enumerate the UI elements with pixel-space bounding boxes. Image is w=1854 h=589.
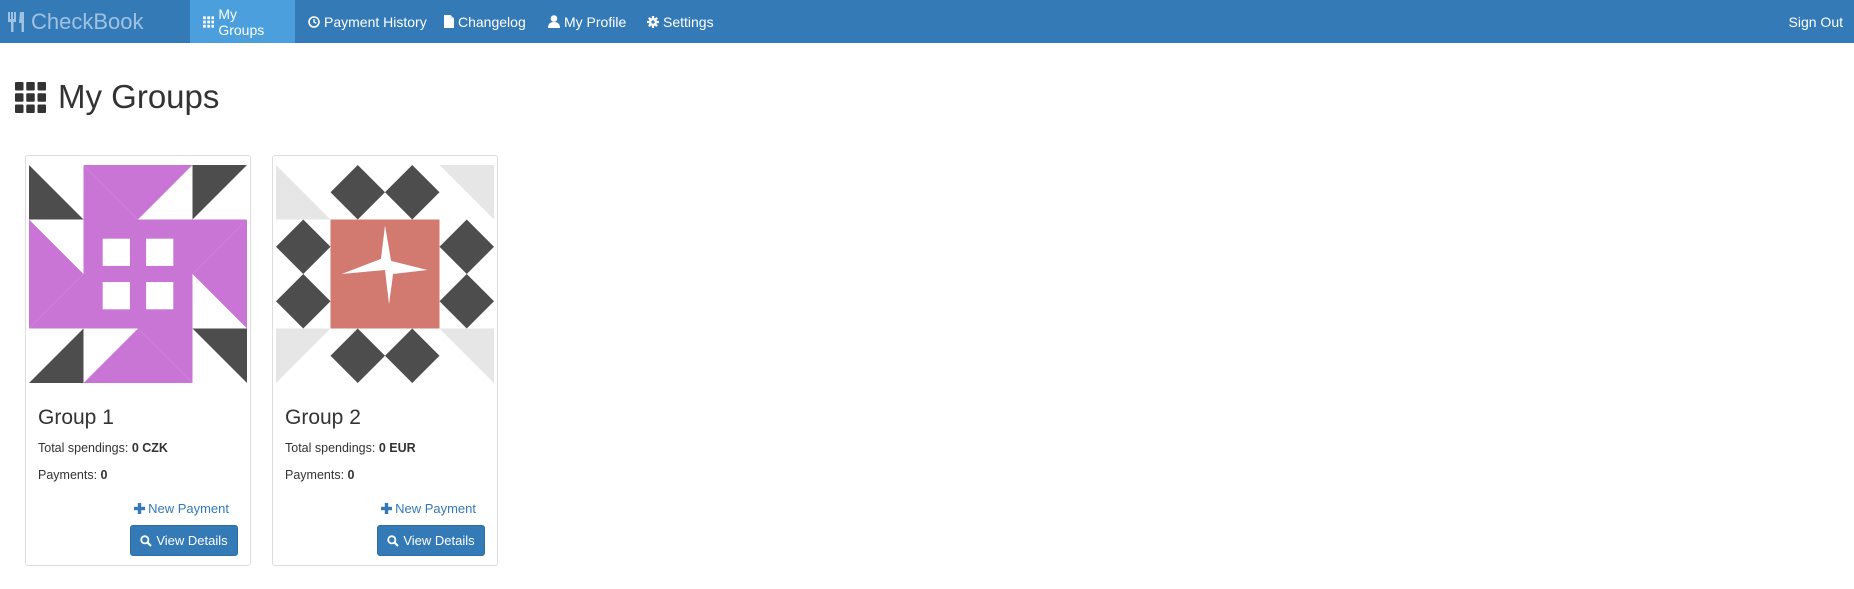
sign-out-link[interactable]: Sign Out bbox=[1789, 0, 1843, 43]
plus-icon bbox=[134, 503, 146, 514]
page-title: My Groups bbox=[15, 78, 219, 116]
payments-count: Payments: 0 bbox=[285, 468, 355, 482]
nav-payment-history[interactable]: Payment History bbox=[295, 0, 439, 43]
nav-changelog[interactable]: Changelog bbox=[431, 0, 538, 43]
total-spendings-value: 0 CZK bbox=[131, 441, 168, 455]
clock-icon bbox=[308, 15, 320, 28]
new-payment-link[interactable]: New Payment bbox=[134, 501, 229, 516]
view-details-button[interactable]: View Details bbox=[130, 525, 238, 556]
brand[interactable]: CheckBook bbox=[6, 0, 144, 43]
nav-label: Settings bbox=[663, 13, 714, 30]
view-details-label: View Details bbox=[403, 533, 475, 548]
file-icon bbox=[444, 15, 454, 28]
search-icon bbox=[387, 534, 400, 547]
total-spendings: Total spendings: 0 CZK bbox=[38, 441, 168, 455]
nav-label: My Profile bbox=[564, 13, 627, 30]
view-details-button[interactable]: View Details bbox=[377, 525, 485, 556]
grid-icon bbox=[15, 81, 46, 113]
top-navbar: CheckBook My Groups Payment History Chan… bbox=[0, 0, 1854, 43]
cutlery-icon bbox=[8, 11, 24, 32]
user-icon bbox=[548, 15, 560, 28]
page-title-text: My Groups bbox=[58, 78, 220, 115]
new-payment-link[interactable]: New Payment bbox=[381, 501, 476, 516]
payments-label: Payments: bbox=[38, 468, 98, 482]
brand-name: CheckBook bbox=[31, 8, 144, 34]
nav-label: Payment History bbox=[324, 13, 427, 30]
new-payment-label: New Payment bbox=[395, 501, 476, 516]
total-spendings: Total spendings: 0 EUR bbox=[285, 441, 416, 455]
new-payment-label: New Payment bbox=[148, 501, 229, 516]
group-card: Group 1 Total spendings: 0 CZK Payments:… bbox=[25, 155, 251, 566]
group-name: Group 2 bbox=[285, 406, 361, 429]
nav-label: My Groups bbox=[218, 5, 265, 38]
total-spendings-label: Total spendings: bbox=[285, 441, 376, 455]
group-identicon bbox=[29, 165, 247, 383]
grid-icon bbox=[203, 15, 215, 28]
view-details-label: View Details bbox=[156, 533, 228, 548]
payments-value: 0 bbox=[347, 468, 355, 482]
plus-icon bbox=[381, 503, 393, 514]
total-spendings-value: 0 EUR bbox=[378, 441, 416, 455]
nav-my-groups[interactable]: My Groups bbox=[190, 0, 295, 43]
search-icon bbox=[140, 534, 153, 547]
payments-count: Payments: 0 bbox=[38, 468, 108, 482]
nav-my-profile[interactable]: My Profile bbox=[535, 0, 638, 43]
nav-settings[interactable]: Settings bbox=[634, 0, 726, 43]
group-identicon bbox=[276, 165, 494, 383]
group-name: Group 1 bbox=[38, 406, 114, 429]
payments-value: 0 bbox=[100, 468, 108, 482]
total-spendings-label: Total spendings: bbox=[38, 441, 129, 455]
gear-icon bbox=[647, 15, 659, 28]
group-card: Group 2 Total spendings: 0 EUR Payments:… bbox=[272, 155, 498, 566]
payments-label: Payments: bbox=[285, 468, 345, 482]
nav-label: Changelog bbox=[458, 13, 526, 30]
